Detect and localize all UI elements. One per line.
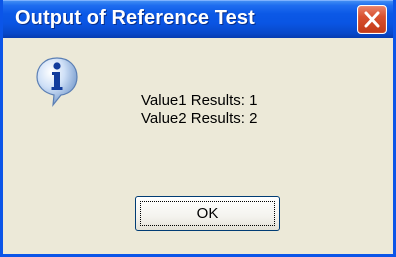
- ok-button-label: OK: [196, 205, 219, 222]
- close-icon: [364, 11, 380, 28]
- message-text: Value1 Results: 1 Value2 Results: 2: [141, 92, 257, 128]
- message-dialog: Output of Reference Test Value1 Results:…: [0, 0, 396, 257]
- message-line-1: Value1 Results: 1: [141, 92, 258, 109]
- message-line-2: Value2 Results: 2: [141, 110, 258, 127]
- ok-button[interactable]: OK: [135, 196, 280, 231]
- close-button[interactable]: [357, 5, 387, 34]
- information-icon: [36, 57, 78, 107]
- title-bar[interactable]: Output of Reference Test: [3, 0, 393, 38]
- dialog-title: Output of Reference Test: [15, 7, 255, 29]
